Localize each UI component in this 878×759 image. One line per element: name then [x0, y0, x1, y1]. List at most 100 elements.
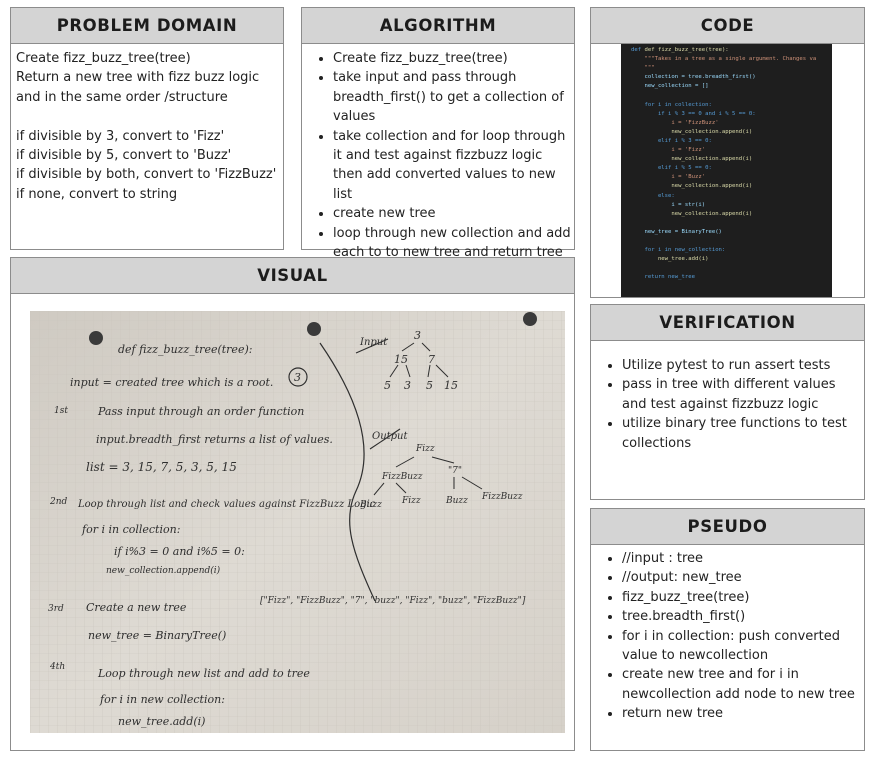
- code-line: """: [631, 65, 655, 72]
- notes-drawing: def fizz_buzz_tree(tree): input = create…: [30, 311, 565, 733]
- code-line: return new_tree: [631, 274, 695, 281]
- code-line: for i in collection:: [631, 101, 712, 108]
- visual-note: def fizz_buzz_tree(tree):: [118, 343, 252, 356]
- visual-note: new_tree = BinaryTree(): [88, 629, 226, 642]
- algorithm-step: create new tree: [333, 204, 571, 223]
- algorithm-step: Create fizz_buzz_tree(tree): [333, 49, 571, 68]
- code-line: new_collection = []: [631, 83, 709, 90]
- pseudo-list: //input : tree //output: new_tree fizz_b…: [596, 549, 862, 724]
- code-line: """Takes in a tree as a single argument.…: [631, 56, 817, 63]
- code-line: i = 'Fizz': [631, 147, 706, 154]
- output-tree-node: Fizz: [415, 444, 435, 454]
- visual-panel: VISUAL def fizz_buzz_tree(tree): input =…: [10, 257, 575, 751]
- visual-note: Create a new tree: [86, 601, 187, 614]
- verification-item: pass in tree with different values and t…: [622, 375, 859, 414]
- visual-note: 2nd: [49, 497, 68, 507]
- code-line: new_collection.append(i): [631, 156, 753, 163]
- visual-note: for i in new collection:: [99, 693, 225, 706]
- problem-domain-panel: PROBLEM DOMAIN Create fizz_buzz_tree(tre…: [10, 7, 284, 250]
- output-tree-node: Buzz: [359, 500, 382, 510]
- problem-domain-line: if none, convert to string: [16, 186, 178, 202]
- visual-note: list = 3, 15, 7, 5, 3, 5, 15: [86, 460, 237, 474]
- visual-note: Loop through list and check values again…: [77, 499, 376, 510]
- visual-note: 4th: [49, 662, 65, 672]
- algorithm-list: Create fizz_buzz_tree(tree) take input a…: [307, 49, 571, 262]
- code-line: new_collection.append(i): [631, 128, 753, 135]
- punch-hole: [523, 312, 537, 326]
- problem-domain-line: if divisible by 3, convert to 'Fizz': [16, 128, 225, 144]
- input-tree-node: 3: [404, 379, 411, 392]
- input-tree-node: 15: [394, 353, 408, 366]
- punch-hole: [307, 322, 321, 336]
- pseudo-item: for i in collection: push converted valu…: [622, 627, 862, 666]
- algorithm-step: take input and pass through breadth_firs…: [333, 68, 571, 126]
- code-panel: CODE def def fizz_buzz_tree(tree): """Ta…: [590, 7, 865, 298]
- problem-domain-title: PROBLEM DOMAIN: [11, 8, 283, 44]
- verification-list: Utilize pytest to run assert tests pass …: [596, 356, 859, 453]
- visual-note: new_tree.add(i): [118, 715, 205, 728]
- output-tree-node: FizzBuzz: [481, 492, 523, 502]
- problem-domain-line: and in the same order /structure: [16, 89, 228, 105]
- problem-domain-text: Create fizz_buzz_tree(tree) Return a new…: [11, 44, 283, 209]
- verification-item: utilize binary tree functions to test co…: [622, 414, 859, 453]
- output-tree-node: Fizz: [401, 496, 421, 506]
- code-line: collection = tree.breadth_first(): [631, 74, 756, 81]
- visual-note: input.breadth_first returns a list of va…: [96, 433, 333, 446]
- handwritten-notes-photo: def fizz_buzz_tree(tree): input = create…: [30, 311, 565, 733]
- punch-hole: [89, 331, 103, 345]
- input-tree-node: 3: [414, 329, 421, 342]
- verification-panel: VERIFICATION Utilize pytest to run asser…: [590, 304, 865, 500]
- pseudo-item: tree.breadth_first(): [622, 607, 862, 626]
- input-tree-node: 5: [384, 379, 391, 392]
- visual-note: Output: [372, 431, 408, 442]
- pseudo-title: PSEUDO: [591, 509, 864, 545]
- output-tree-node: Buzz: [445, 496, 468, 506]
- code-line: if i % 3 == 0 and i % 5 == 0:: [631, 110, 756, 117]
- output-tree-node: FizzBuzz: [381, 472, 423, 482]
- visual-note: 3: [294, 371, 301, 384]
- pseudo-item: //input : tree: [622, 549, 862, 568]
- code-line: elif i % 3 == 0:: [631, 137, 712, 144]
- pseudo-item: fizz_buzz_tree(tree): [622, 588, 862, 607]
- code-line: i = 'Buzz': [631, 174, 706, 181]
- code-line: elif i % 5 == 0:: [631, 165, 712, 172]
- visual-note: ["Fizz", "FizzBuzz", "7", "buzz", "Fizz"…: [260, 596, 526, 606]
- verification-title: VERIFICATION: [591, 305, 864, 341]
- pseudo-item: return new tree: [622, 704, 862, 723]
- code-title: CODE: [591, 8, 864, 44]
- input-tree-node: 7: [428, 353, 435, 366]
- problem-domain-line: [16, 107, 278, 126]
- visual-note: 1st: [54, 406, 68, 416]
- code-line: for i in new_collection:: [631, 247, 726, 254]
- problem-domain-line: Return a new tree with fizz buzz logic: [16, 70, 260, 86]
- visual-note: Loop through new list and add to tree: [97, 667, 310, 680]
- visual-note: if i%3 = 0 and i%5 = 0:: [114, 545, 245, 558]
- code-line: i = str(i): [631, 201, 706, 208]
- visual-note: Pass input through an order function: [97, 405, 304, 418]
- problem-domain-line: Create fizz_buzz_tree(tree): [16, 51, 191, 66]
- code-line: new_tree = BinaryTree(): [631, 228, 722, 235]
- output-tree-node: "7": [448, 466, 462, 476]
- visual-note: 3rd: [48, 604, 64, 614]
- verification-item: Utilize pytest to run assert tests: [622, 356, 859, 375]
- algorithm-panel: ALGORITHM Create fizz_buzz_tree(tree) ta…: [301, 7, 575, 260]
- input-tree-node: 5: [426, 379, 433, 392]
- pseudo-panel: PSEUDO //input : tree //output: new_tree…: [590, 508, 865, 751]
- input-tree-node: 15: [444, 379, 458, 392]
- code-line: new_tree.add(i): [631, 256, 709, 263]
- algorithm-step: take collection and for loop through it …: [333, 127, 571, 205]
- problem-domain-line: if divisible by 5, convert to 'Buzz': [16, 148, 232, 164]
- visual-note: new_collection.append(i): [106, 565, 221, 576]
- code-block: def def fizz_buzz_tree(tree): """Takes i…: [621, 46, 832, 282]
- pseudo-item: create new tree and for i in newcollecti…: [622, 665, 862, 704]
- code-line: else:: [631, 192, 675, 199]
- code-line: i = 'FizzBuzz': [631, 119, 719, 126]
- visual-note: Input: [359, 337, 388, 348]
- code-line: def fizz_buzz_tree(tree):: [644, 47, 729, 53]
- algorithm-title: ALGORITHM: [302, 8, 574, 44]
- code-line: new_collection.append(i): [631, 183, 753, 190]
- code-screenshot: def def fizz_buzz_tree(tree): """Takes i…: [621, 44, 832, 297]
